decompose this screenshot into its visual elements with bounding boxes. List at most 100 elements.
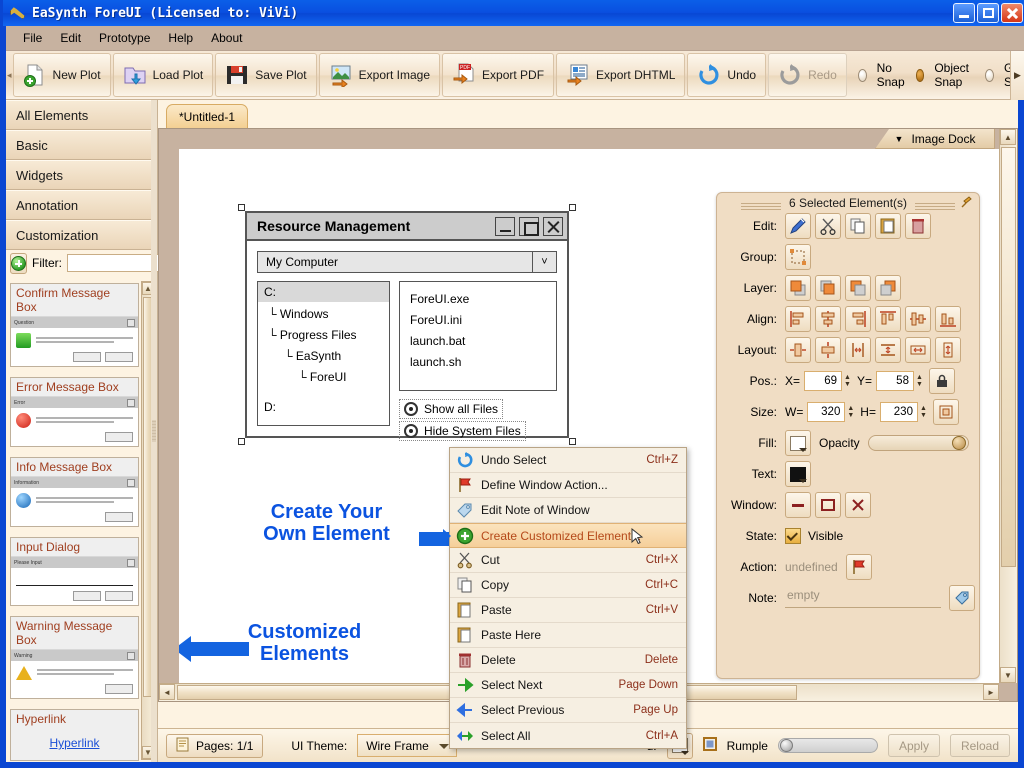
visible-checkbox[interactable]	[785, 528, 801, 544]
canvas-scroll-right-icon[interactable]: ►	[983, 684, 999, 700]
menu-create-customized-element[interactable]: Create Customized Element...	[450, 523, 686, 548]
canvas-scroll-left-icon[interactable]: ◄	[159, 684, 175, 700]
pages-button[interactable]: Pages: 1/1	[166, 734, 263, 758]
resize-handle-se[interactable]	[569, 438, 576, 445]
window-minimize-icon[interactable]	[785, 492, 811, 518]
align-top-icon[interactable]	[875, 306, 901, 332]
window-close-icon[interactable]	[845, 492, 871, 518]
pin-icon[interactable]	[960, 196, 973, 209]
align-left-icon[interactable]	[785, 306, 811, 332]
texture-slider[interactable]	[778, 738, 878, 753]
align-center-icon[interactable]	[815, 306, 841, 332]
menu-edit-note-of-window[interactable]: Edit Note of Window	[450, 498, 686, 523]
window-maximize-icon[interactable]	[815, 492, 841, 518]
sidebar-item-basic[interactable]: Basic	[6, 130, 157, 160]
list-item[interactable]: Warning Message Box Warning	[10, 616, 139, 699]
menu-prototype[interactable]: Prototype	[90, 28, 159, 48]
height-stepper[interactable]: ▲▼	[920, 405, 927, 419]
group-icon[interactable]	[785, 244, 811, 270]
x-input[interactable]	[804, 371, 842, 391]
y-input[interactable]	[876, 371, 914, 391]
copy-icon[interactable]	[845, 213, 871, 239]
menu-select-next[interactable]: Select Next Page Down	[450, 673, 686, 698]
radio-show-all-files[interactable]: Show all Files	[399, 399, 503, 419]
toolbar-overflow-button[interactable]: ▶	[1010, 51, 1024, 100]
list-item[interactable]: Confirm Message Box Question	[10, 283, 139, 367]
export-image-button[interactable]: Export Image	[319, 53, 440, 97]
selected-window-element[interactable]: Resource Management My Computer ˅ C: └ W…	[241, 207, 573, 442]
export-pdf-button[interactable]: PDF Export PDF	[442, 53, 554, 97]
list-item[interactable]: Hyperlink Hyperlink	[10, 709, 139, 761]
width-input[interactable]	[807, 402, 845, 422]
redo-button[interactable]: Redo	[768, 53, 847, 97]
maximize-icon[interactable]	[977, 3, 999, 23]
space-h-icon[interactable]	[845, 337, 871, 363]
menu-help[interactable]: Help	[159, 28, 202, 48]
bring-to-front-icon[interactable]	[785, 275, 811, 301]
radio-grid-snap[interactable]	[985, 69, 994, 82]
same-width-icon[interactable]	[905, 337, 931, 363]
radio-no-snap[interactable]	[858, 69, 867, 82]
menu-define-window-action[interactable]: Define Window Action...	[450, 473, 686, 498]
edit-icon[interactable]	[785, 213, 811, 239]
menu-select-all[interactable]: Select All Ctrl+A	[450, 723, 686, 748]
file-item[interactable]: launch.bat	[410, 330, 556, 351]
opacity-slider-knob[interactable]	[952, 436, 966, 450]
canvas-vscroll-thumb[interactable]	[1001, 147, 1016, 567]
align-right-icon[interactable]	[845, 306, 871, 332]
menu-undo-select[interactable]: Undo Select Ctrl+Z	[450, 448, 686, 473]
send-backward-icon[interactable]	[845, 275, 871, 301]
image-dock-button[interactable]: ▼ Image Dock	[875, 129, 995, 149]
toolbar-drag-handle[interactable]: ◂	[7, 53, 12, 97]
file-item[interactable]: launch.sh	[410, 351, 556, 372]
tree-node-progress-files[interactable]: └ Progress Files	[258, 323, 389, 344]
list-item[interactable]: Input Dialog Please Input	[10, 537, 139, 606]
menu-delete[interactable]: Delete Delete	[450, 648, 686, 673]
menu-edit[interactable]: Edit	[51, 28, 90, 48]
distribute-h-icon[interactable]	[785, 337, 811, 363]
distribute-v-icon[interactable]	[815, 337, 841, 363]
resize-handle-ne[interactable]	[569, 204, 576, 211]
menu-paste[interactable]: Paste Ctrl+V	[450, 598, 686, 623]
list-item[interactable]: Info Message Box Information	[10, 457, 139, 527]
menu-paste-here[interactable]: Paste Here	[450, 623, 686, 648]
canvas-scroll-down-icon[interactable]: ▼	[1000, 667, 1016, 683]
file-item[interactable]: ForeUI.exe	[410, 288, 556, 309]
save-plot-button[interactable]: Save Plot	[215, 53, 316, 97]
minimize-icon[interactable]	[953, 3, 975, 23]
menu-select-previous[interactable]: Select Previous Page Up	[450, 698, 686, 723]
label-object-snap[interactable]: Object Snap	[934, 61, 975, 89]
add-element-button[interactable]	[10, 253, 27, 274]
reload-button[interactable]: Reload	[950, 734, 1010, 757]
delete-icon[interactable]	[905, 213, 931, 239]
bring-forward-icon[interactable]	[815, 275, 841, 301]
list-item[interactable]: Error Message Box Error	[10, 377, 139, 447]
lock-icon[interactable]	[929, 368, 955, 394]
file-item[interactable]: ForeUI.ini	[410, 309, 556, 330]
sidebar-splitter[interactable]	[151, 100, 157, 762]
tab-untitled-1[interactable]: *Untitled-1	[166, 104, 248, 128]
note-tag-icon[interactable]	[949, 585, 975, 611]
same-height-icon[interactable]	[935, 337, 961, 363]
x-stepper[interactable]: ▲▼	[844, 374, 851, 388]
text-color-swatch[interactable]	[785, 461, 811, 487]
align-middle-icon[interactable]	[905, 306, 931, 332]
tree-node-c[interactable]: C:	[258, 282, 389, 302]
resize-handle-nw[interactable]	[238, 204, 245, 211]
mock-maximize-icon[interactable]	[519, 217, 539, 236]
sidebar-item-widgets[interactable]: Widgets	[6, 160, 157, 190]
label-no-snap[interactable]: No Snap	[877, 61, 906, 89]
note-value[interactable]: empty	[785, 588, 941, 608]
sidebar-item-customization[interactable]: Customization	[6, 220, 157, 250]
tree-node-d[interactable]: D:	[258, 386, 389, 416]
radio-object-snap[interactable]	[916, 69, 925, 82]
canvas-vertical-scrollbar[interactable]: ▲ ▼	[999, 129, 1017, 683]
location-combobox[interactable]: My Computer ˅	[257, 251, 557, 273]
align-bottom-icon[interactable]	[935, 306, 961, 332]
radio-hide-system-files[interactable]: Hide System Files	[399, 421, 526, 441]
folder-tree[interactable]: C: └ Windows └ Progress Files └ EaSynth …	[257, 281, 390, 426]
load-plot-button[interactable]: Load Plot	[113, 53, 214, 97]
cut-icon[interactable]	[815, 213, 841, 239]
resize-handle-sw[interactable]	[238, 438, 245, 445]
fit-icon[interactable]	[933, 399, 959, 425]
